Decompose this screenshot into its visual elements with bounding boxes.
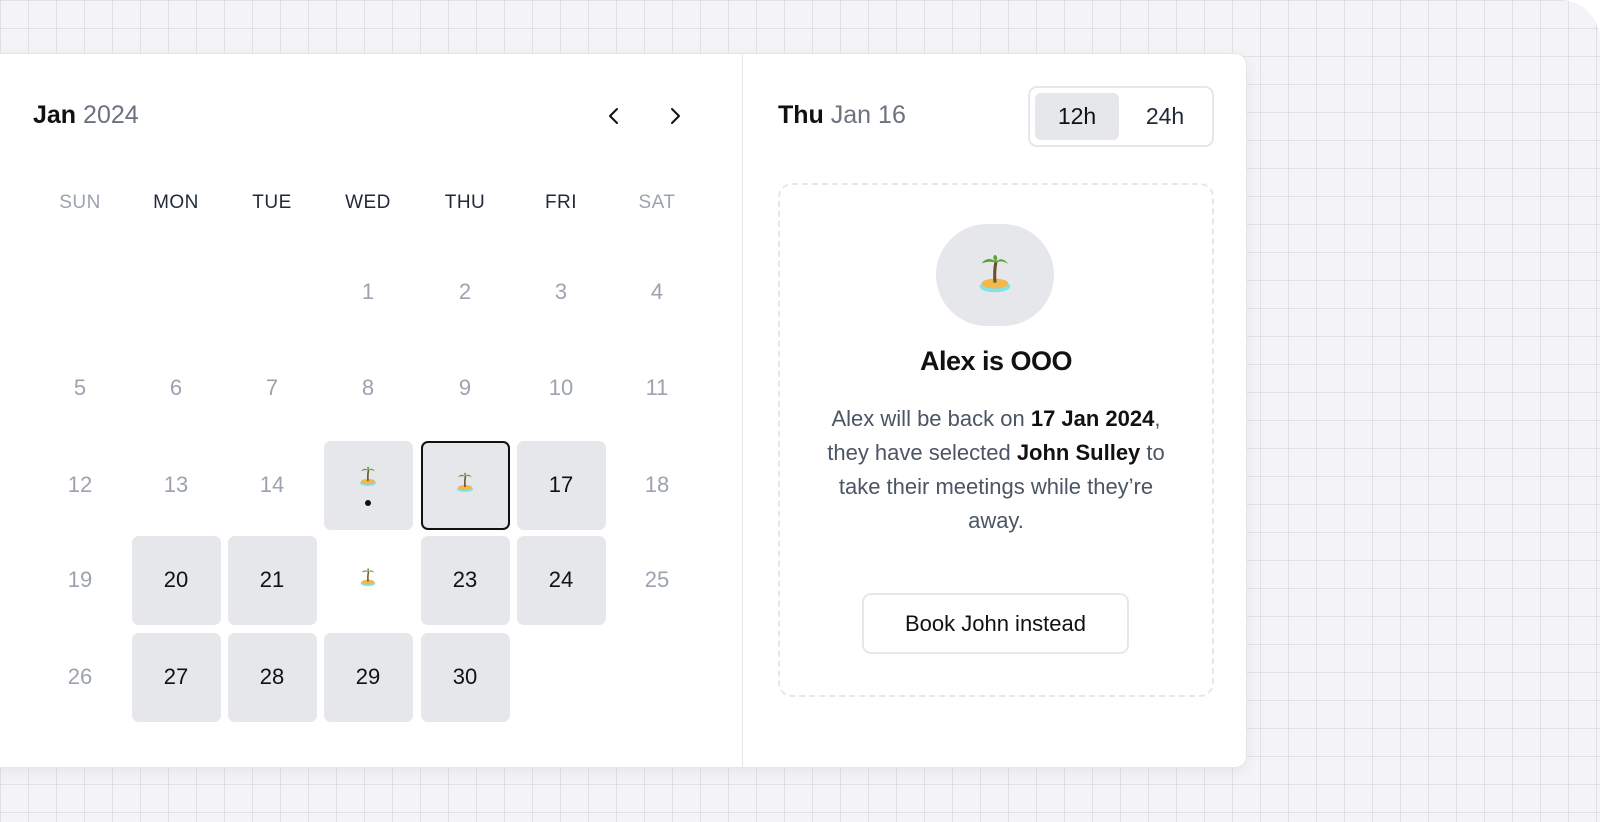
day-24[interactable]: 24	[516, 535, 606, 625]
day-number: 29	[355, 664, 381, 689]
ooo-message: Alex will be back on 17 Jan 2024, they h…	[827, 406, 1165, 533]
ooo-title: Alex is OOO	[919, 346, 1073, 376]
day-29[interactable]: 29	[323, 632, 413, 722]
day-number: 5	[73, 375, 87, 400]
day-9: 9	[421, 344, 510, 433]
toggle-12h[interactable]: 12h	[1035, 93, 1119, 140]
day-20[interactable]: 20	[131, 535, 221, 625]
day-6: 6	[132, 344, 221, 433]
day-16[interactable]	[420, 440, 510, 530]
day-27[interactable]: 27	[131, 632, 221, 722]
day-number: 7	[265, 375, 279, 400]
today-dot	[365, 500, 371, 506]
weekday-label: TUE	[252, 192, 292, 213]
day-14: 14	[228, 441, 317, 530]
day-21[interactable]: 21	[227, 535, 317, 625]
day-number: 12	[67, 472, 93, 497]
day-30[interactable]: 30	[420, 632, 510, 722]
day-3: 3	[517, 248, 606, 337]
day-10: 10	[517, 344, 606, 433]
desert-island-icon	[453, 470, 477, 500]
day-number: 19	[67, 567, 93, 592]
day-5: 5	[36, 344, 125, 433]
chevron-right-icon	[671, 108, 680, 124]
day-number: 26	[67, 664, 93, 689]
day-number: 17	[548, 472, 574, 497]
toggle-24h[interactable]: 24h	[1123, 93, 1207, 140]
day-number: 9	[458, 375, 472, 400]
weekday-label: WED	[345, 192, 391, 213]
day-number: 30	[452, 664, 478, 689]
day-number: 24	[548, 567, 574, 592]
day-13: 13	[132, 441, 221, 530]
weekday-label: FRI	[544, 192, 578, 213]
day-number: 10	[548, 375, 574, 400]
day-7: 7	[228, 344, 317, 433]
day-number: 20	[163, 567, 189, 592]
day-26: 26	[36, 633, 125, 722]
desert-island-icon	[357, 566, 379, 594]
day-25: 25	[613, 536, 702, 625]
ooo-avatar	[936, 224, 1054, 326]
day-number: 1	[361, 279, 375, 304]
prev-month-button[interactable]	[598, 100, 630, 132]
day-1: 1	[324, 248, 413, 337]
day-number: 14	[259, 472, 285, 497]
selected-date-title: Thu Jan 16	[778, 101, 906, 129]
desert-island-icon	[972, 250, 1018, 301]
weekday-label: MON	[153, 192, 199, 213]
day-number: 23	[452, 567, 478, 592]
month-title: Jan 2024	[33, 101, 139, 129]
day-number: 2	[458, 279, 472, 304]
day-number: 4	[650, 279, 664, 304]
day-number: 21	[259, 567, 285, 592]
day-2: 2	[421, 248, 510, 337]
book-john-button[interactable]: Book John instead	[862, 593, 1129, 654]
day-19: 19	[36, 536, 125, 625]
day-12: 12	[36, 441, 125, 530]
day-number: 28	[259, 664, 285, 689]
weekday-label: THU	[444, 192, 486, 213]
day-number: 18	[644, 472, 670, 497]
weekday-label: SUN	[59, 192, 101, 213]
divider	[742, 53, 743, 768]
time-format-toggle[interactable]: 12h 24h	[1028, 86, 1214, 147]
day-number: 3	[554, 279, 568, 304]
day-number: 13	[163, 472, 189, 497]
day-15[interactable]	[323, 440, 413, 530]
day-18: 18	[613, 441, 702, 530]
desert-island-icon	[356, 464, 380, 494]
day-number: 25	[644, 567, 670, 592]
day-17[interactable]: 17	[516, 440, 606, 530]
day-8: 8	[324, 344, 413, 433]
day-23[interactable]: 23	[420, 535, 510, 625]
day-number: 6	[169, 375, 183, 400]
day-22[interactable]	[324, 536, 413, 625]
day-number: 27	[163, 664, 189, 689]
day-4: 4	[613, 248, 702, 337]
chevron-left-icon	[609, 108, 618, 124]
day-number: 8	[361, 375, 375, 400]
day-number: 11	[645, 375, 669, 400]
day-11: 11	[613, 344, 702, 433]
next-month-button[interactable]	[659, 100, 691, 132]
day-28[interactable]: 28	[227, 632, 317, 722]
weekday-label: SAT	[638, 192, 676, 213]
